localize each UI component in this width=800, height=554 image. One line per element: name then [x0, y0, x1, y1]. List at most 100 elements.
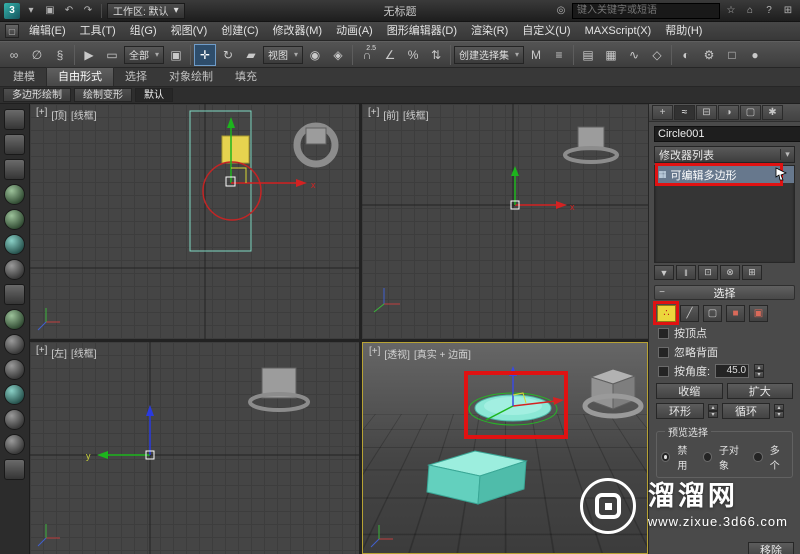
menu-tools[interactable]: 工具(T)	[73, 22, 123, 41]
selection-filter-dropdown[interactable]: 全部 ▾	[124, 46, 164, 64]
shrink-button[interactable]: 收缩	[656, 383, 723, 399]
remove-modifier-icon[interactable]: ⊗	[720, 265, 740, 280]
menu-modifiers[interactable]: 修改器(M)	[266, 22, 330, 41]
loop-button[interactable]: 循环	[722, 403, 770, 419]
brush-tool-icon[interactable]	[4, 159, 25, 180]
ribbon-toggle-icon[interactable]: ▦	[600, 44, 622, 66]
brush-tool-icon[interactable]	[4, 109, 25, 130]
reference-coordinate-dropdown[interactable]: 视图 ▾	[263, 46, 303, 64]
menu-animation[interactable]: 动画(A)	[329, 22, 380, 41]
brush-tool-icon[interactable]	[4, 334, 25, 355]
make-unique-icon[interactable]: ⊡	[698, 265, 718, 280]
help-icon[interactable]: ?	[761, 3, 777, 19]
ribbon-tab-freeform[interactable]: 自由形式	[46, 67, 114, 86]
search-icon[interactable]: ◎	[553, 3, 569, 19]
brush-tool-icon[interactable]	[4, 184, 25, 205]
menu-help[interactable]: 帮助(H)	[658, 22, 709, 41]
ignore-backfacing-checkbox[interactable]	[658, 347, 669, 358]
remove-button[interactable]: 移除	[748, 542, 794, 554]
menubar-logo-icon[interactable]: ▢	[5, 24, 19, 38]
ring-button[interactable]: 环形	[656, 403, 704, 419]
hierarchy-tab-icon[interactable]: ⊟	[696, 105, 717, 120]
spinner-up-icon[interactable]: ▴	[774, 404, 784, 411]
schematic-view-icon[interactable]: ◇	[646, 44, 668, 66]
brush-tool-icon[interactable]	[4, 134, 25, 155]
viewport-view-label[interactable]: [顶]	[51, 107, 67, 122]
menu-maxscript[interactable]: MAXScript(X)	[578, 22, 659, 41]
percent-snap-icon[interactable]: %	[402, 44, 424, 66]
modifier-list-dropdown[interactable]: 修改器列表 ▾	[654, 146, 795, 163]
layer-manager-icon[interactable]: ▤	[577, 44, 599, 66]
ribbon-tab-object-paint[interactable]: 对象绘制	[158, 68, 224, 86]
panel-polydraw[interactable]: 多边形绘制	[3, 88, 71, 102]
viewport-menu-plus[interactable]: [+]	[369, 346, 380, 361]
select-rotate-icon[interactable]: ↻	[217, 44, 239, 66]
named-selection-dropdown[interactable]: 创建选择集 ▾	[454, 46, 524, 64]
angle-snap-icon[interactable]: ∠	[379, 44, 401, 66]
spinner-up-icon[interactable]: ▴	[708, 404, 718, 411]
object-name-field[interactable]	[654, 126, 800, 142]
ribbon-tab-selection[interactable]: 选择	[114, 68, 158, 86]
loop-spinner[interactable]: ▴ ▾	[774, 404, 784, 418]
select-link-icon[interactable]: ∞	[3, 44, 25, 66]
app-menu-arrow-icon[interactable]: ▾	[23, 3, 39, 19]
angle-value-field[interactable]: 45.0	[715, 364, 749, 378]
show-end-result-icon[interactable]: ‖	[676, 265, 696, 280]
brush-tool-icon[interactable]	[4, 259, 25, 280]
select-manipulate-icon[interactable]: ◈	[327, 44, 349, 66]
viewport-menu-plus[interactable]: [+]	[36, 107, 47, 122]
preview-multiple-radio[interactable]	[753, 452, 762, 462]
render-icon[interactable]: ●	[744, 44, 766, 66]
configure-stack-icon[interactable]: ⊞	[742, 265, 762, 280]
brush-tool-icon[interactable]	[4, 309, 25, 330]
save-icon[interactable]: ▣	[42, 3, 58, 19]
undo-icon[interactable]: ↶	[61, 3, 77, 19]
edge-mode-icon[interactable]: ╱	[680, 305, 699, 322]
brush-tool-icon[interactable]	[4, 384, 25, 405]
viewport-menu-plus[interactable]: [+]	[36, 345, 47, 360]
spinner-down-icon[interactable]: ▾	[754, 371, 764, 378]
polygon-mode-icon[interactable]: ■	[726, 305, 745, 322]
bind-spacewarp-icon[interactable]: §	[49, 44, 71, 66]
align-icon[interactable]: ≡	[548, 44, 570, 66]
viewport-view-label[interactable]: [左]	[51, 345, 67, 360]
viewport-view-label[interactable]: [透视]	[384, 346, 410, 361]
search-input[interactable]	[572, 3, 720, 19]
spinner-snap-icon[interactable]: ⇅	[425, 44, 447, 66]
app-logo-icon[interactable]: 3	[4, 3, 20, 19]
menu-rendering[interactable]: 渲染(R)	[464, 22, 515, 41]
mirror-icon[interactable]: M	[525, 44, 547, 66]
use-pivot-center-icon[interactable]: ◉	[304, 44, 326, 66]
menu-edit[interactable]: 编辑(E)	[22, 22, 73, 41]
menu-customize[interactable]: 自定义(U)	[515, 22, 577, 41]
viewport-shading-label[interactable]: [真实 + 边面]	[414, 346, 471, 361]
menu-create[interactable]: 创建(C)	[214, 22, 265, 41]
render-setup-icon[interactable]: ⚙	[698, 44, 720, 66]
panel-paint-deform[interactable]: 绘制变形	[74, 88, 132, 102]
brush-tool-icon[interactable]	[4, 359, 25, 380]
pin-stack-icon[interactable]: ▼	[654, 265, 674, 280]
snap-toggle-icon[interactable]: ∩2.5	[356, 44, 378, 66]
redo-icon[interactable]: ↷	[80, 3, 96, 19]
brush-tool-icon[interactable]	[4, 284, 25, 305]
ring-spinner[interactable]: ▴ ▾	[708, 404, 718, 418]
viewport-menu-plus[interactable]: [+]	[368, 107, 379, 122]
modify-tab-icon[interactable]: ≈	[674, 105, 695, 120]
select-object-icon[interactable]: ▶	[78, 44, 100, 66]
viewport-view-label[interactable]: [前]	[383, 107, 399, 122]
angle-spinner[interactable]: ▴ ▾	[754, 364, 764, 378]
unlink-icon[interactable]: ∅	[26, 44, 48, 66]
workspace-dropdown[interactable]: 工作区: 默认 ▾	[107, 3, 185, 19]
rectangular-selection-icon[interactable]: ▭	[101, 44, 123, 66]
viewport-shading-label[interactable]: [线框]	[403, 107, 429, 122]
menu-views[interactable]: 视图(V)	[164, 22, 215, 41]
preview-subobject-radio[interactable]	[703, 452, 712, 462]
ribbon-tab-modeling[interactable]: 建模	[2, 68, 46, 86]
display-tab-icon[interactable]: ▢	[740, 105, 761, 120]
brush-tool-icon[interactable]	[4, 434, 25, 455]
viewport-shading-label[interactable]: [线框]	[71, 345, 97, 360]
viewport-shading-label[interactable]: [线框]	[71, 107, 97, 122]
apps-icon[interactable]: ⊞	[780, 3, 796, 19]
select-scale-icon[interactable]: ▰	[240, 44, 262, 66]
material-editor-icon[interactable]: ◐	[675, 44, 697, 66]
